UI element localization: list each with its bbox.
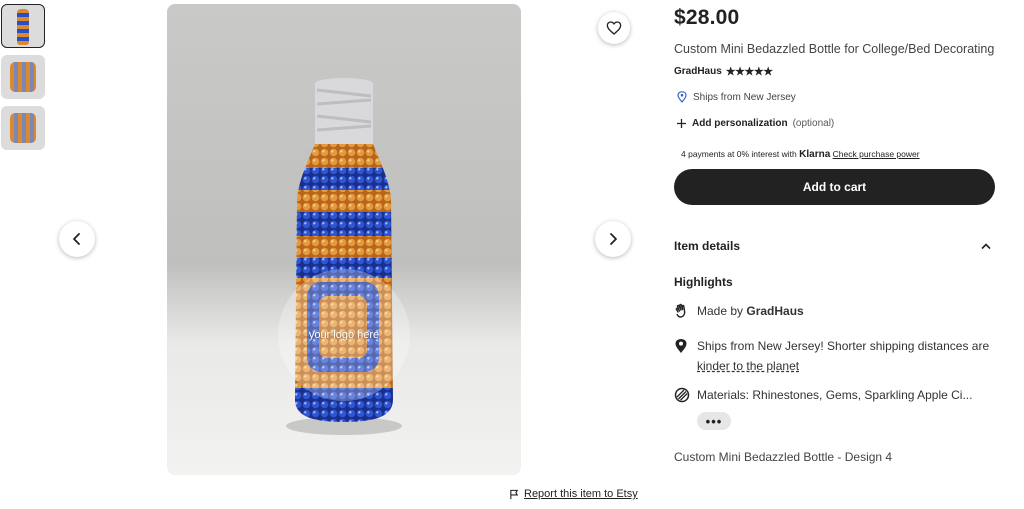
- highlights-heading: Highlights: [674, 275, 733, 289]
- item-details-toggle[interactable]: Item details: [674, 239, 996, 253]
- heart-icon: [606, 21, 622, 35]
- chevron-up-icon: [981, 243, 991, 249]
- thumbnail-2[interactable]: [1, 55, 45, 99]
- main-product-image[interactable]: your logo here: [167, 4, 521, 475]
- next-image-button[interactable]: [595, 221, 631, 257]
- shipping-description: Ships from New Jersey! Shorter shipping …: [697, 338, 990, 353]
- personalization-optional: (optional): [792, 118, 835, 129]
- ships-from-text: Ships from New Jersey: [693, 91, 796, 103]
- add-personalization-button[interactable]: Add personalization (optional): [674, 118, 996, 129]
- report-item-label: Report this item to Etsy: [524, 488, 638, 500]
- klarna-logo: Klarna: [799, 149, 831, 160]
- logo-overlay: your logo here: [278, 269, 410, 401]
- shipping-text: Ships from New Jersey! Shorter shipping …: [697, 336, 996, 377]
- thumbnail-bottle: [10, 113, 36, 143]
- previous-image-button[interactable]: [59, 221, 95, 257]
- plus-icon: [677, 119, 686, 128]
- location-pin-icon: [677, 91, 687, 103]
- made-by-row: Made by GradHaus: [674, 301, 996, 326]
- kinder-planet-link[interactable]: kinder to the planet: [697, 359, 799, 373]
- more-materials-button[interactable]: •••: [697, 412, 731, 430]
- klarna-info: 4 payments at 0% interest with Klarna Ch…: [674, 149, 996, 160]
- ships-from: Ships from New Jersey: [674, 91, 996, 103]
- item-description: Custom Mini Bedazzled Bottle - Design 4: [674, 450, 893, 464]
- thumbnail-1[interactable]: [1, 4, 45, 48]
- product-info-panel: $28.00 Custom Mini Bedazzled Bottle for …: [674, 4, 996, 464]
- made-by-shop[interactable]: GradHaus: [746, 304, 803, 318]
- shop-name-link[interactable]: GradHaus: [674, 66, 722, 77]
- flag-icon: [510, 489, 519, 499]
- thumbnail-strip: [1, 4, 46, 157]
- hand-wave-icon: [674, 301, 690, 326]
- thumbnail-bottle: [10, 62, 36, 92]
- item-details-heading: Item details: [674, 239, 741, 253]
- product-title: Custom Mini Bedazzled Bottle for College…: [674, 42, 995, 56]
- logo-overlay-text: your logo here: [308, 329, 380, 341]
- thumbnail-3[interactable]: [1, 106, 45, 150]
- materials-row: Materials: Rhinestones, Gems, Sparkling …: [674, 385, 996, 410]
- chevron-left-icon: [73, 233, 80, 245]
- add-to-cart-button[interactable]: Add to cart: [674, 169, 995, 205]
- shipping-row: Ships from New Jersey! Shorter shipping …: [674, 336, 996, 377]
- made-by-text: Made by GradHaus: [697, 301, 804, 326]
- location-pin-icon: [674, 336, 690, 377]
- klarna-prefix: 4 payments at 0% interest with: [681, 149, 797, 159]
- made-by-prefix: Made by: [697, 304, 744, 318]
- star-rating-icon[interactable]: ★★★★★: [726, 65, 773, 78]
- shop-rating-row: GradHaus ★★★★★: [674, 65, 996, 78]
- report-item-link[interactable]: Report this item to Etsy: [509, 488, 638, 500]
- favorite-button[interactable]: [598, 12, 630, 44]
- klarna-check-link[interactable]: Check purchase power: [833, 149, 920, 159]
- bedazzled-bottle-illustration: [286, 78, 402, 435]
- personalization-label: Add personalization: [692, 118, 788, 129]
- product-price: $28.00: [674, 6, 740, 29]
- chevron-right-icon: [610, 233, 617, 245]
- materials-icon: [674, 385, 690, 410]
- materials-text: Materials: Rhinestones, Gems, Sparkling …: [697, 387, 973, 402]
- thumbnail-bottle: [17, 9, 29, 45]
